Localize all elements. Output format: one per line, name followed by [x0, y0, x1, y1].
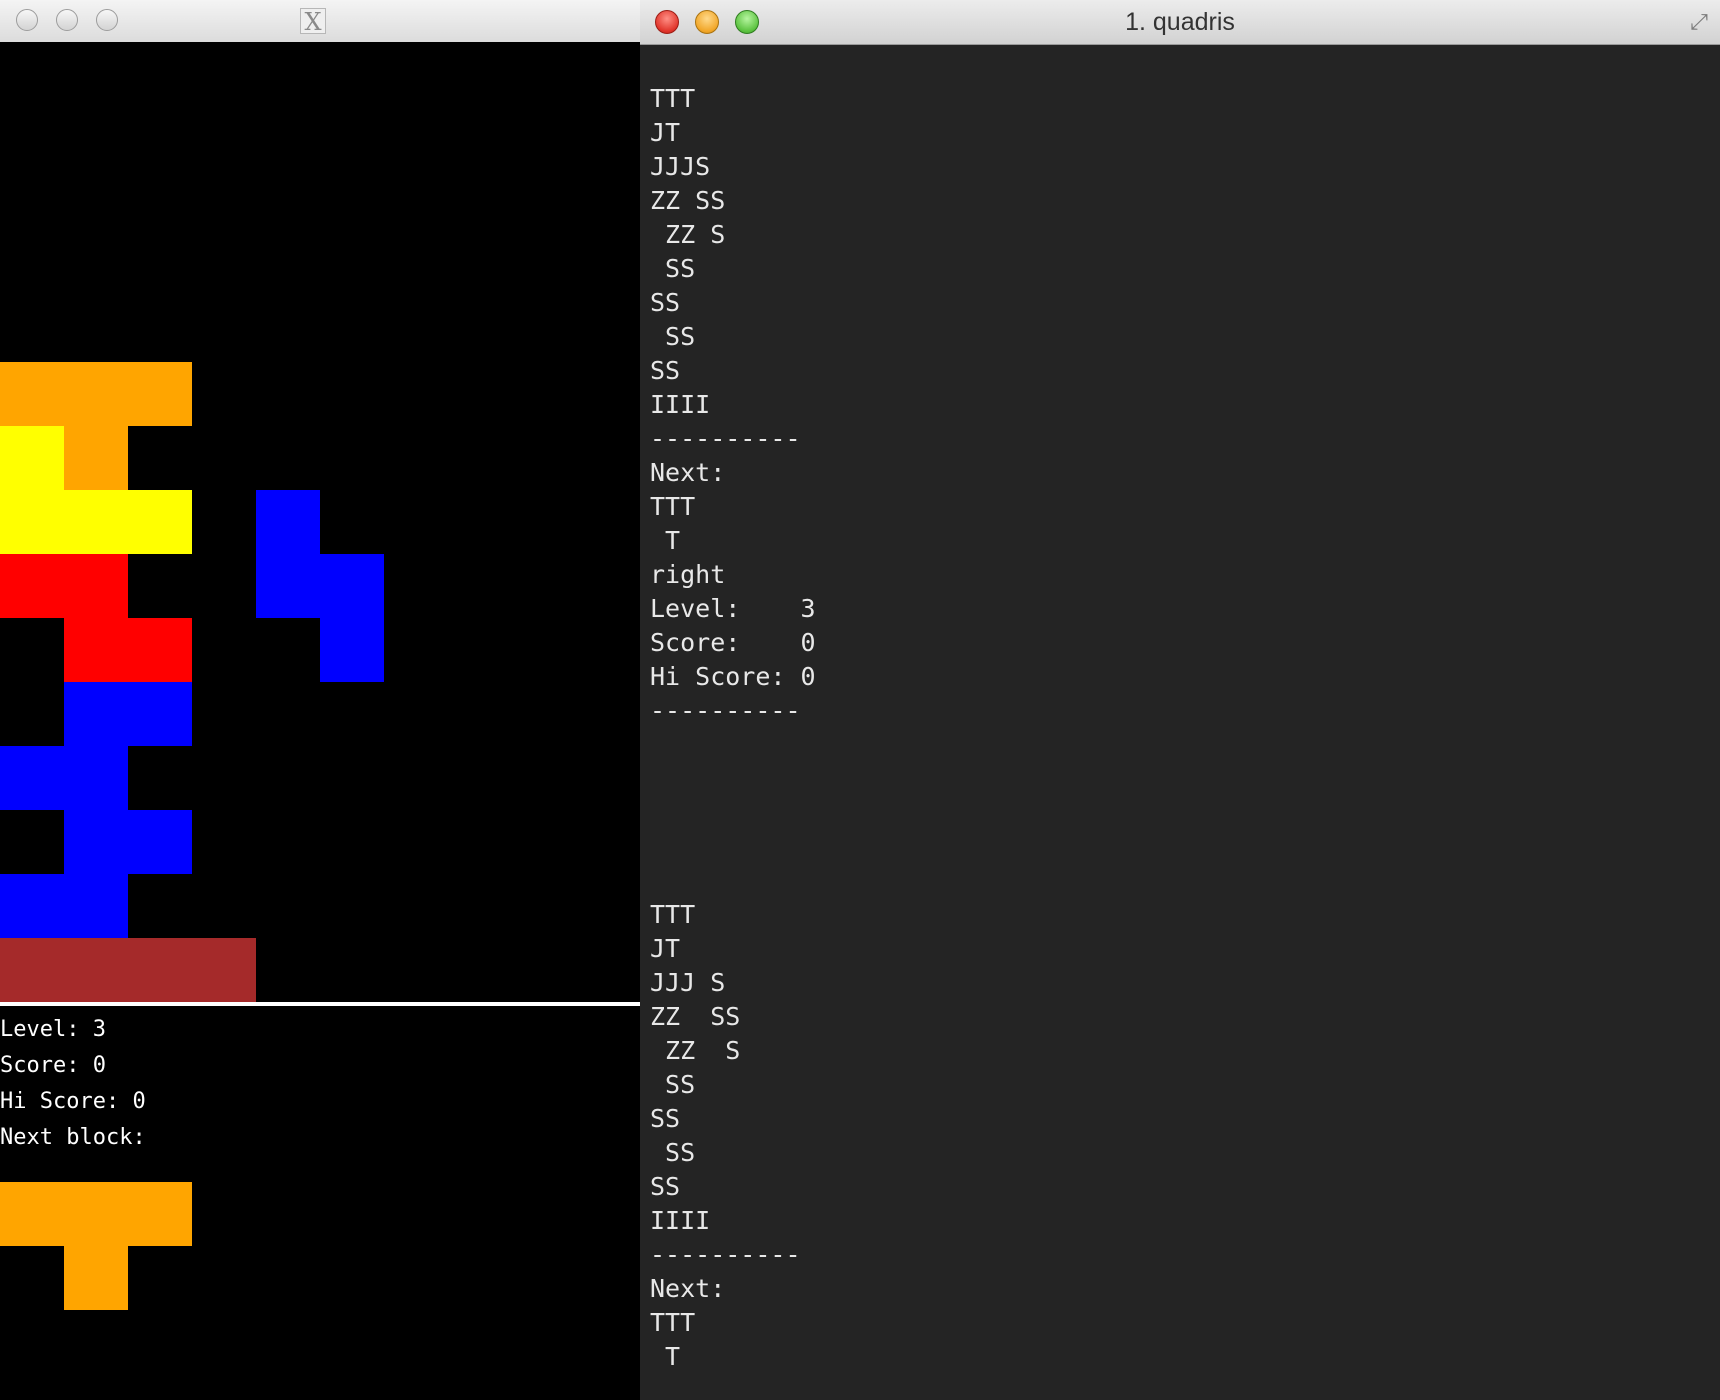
x11-logo-icon: X: [300, 8, 326, 35]
board-cell-I: [0, 938, 64, 1002]
terminal-titlebar[interactable]: 1. quadris ⤢: [640, 0, 1720, 45]
x11-minimize-button[interactable]: [56, 9, 78, 31]
board-cell-S: [64, 746, 128, 810]
board-cell-S: [64, 810, 128, 874]
board-cell-S: [320, 618, 384, 682]
board-cell-J: [0, 490, 64, 554]
next-block-preview: [0, 1182, 640, 1322]
board-cell-Z: [64, 554, 128, 618]
terminal-line: ----------: [650, 1240, 801, 1269]
terminal-line: SS: [650, 1070, 696, 1099]
terminal-line: JT: [650, 934, 681, 963]
terminal-line: TTT: [650, 492, 696, 521]
board-cell-S: [256, 554, 320, 618]
next-cell-T: [128, 1182, 192, 1246]
board-cell-I: [192, 938, 256, 1002]
board-cell-S: [0, 874, 64, 938]
terminal-line: SS: [650, 1138, 696, 1167]
board-cell-Z: [0, 554, 64, 618]
board-cell-S: [64, 874, 128, 938]
terminal-line: Next:: [650, 1274, 726, 1303]
board-cell-S: [64, 682, 128, 746]
board-cell-J: [64, 490, 128, 554]
terminal-line: T: [650, 526, 681, 555]
terminal-line: SS: [650, 356, 681, 385]
minimize-button[interactable]: [695, 10, 719, 34]
terminal-line: ZZ S: [650, 1036, 741, 1065]
terminal-line: SS: [650, 1104, 681, 1133]
terminal-line: ZZ S: [650, 220, 726, 249]
terminal-line: TTT: [650, 1308, 696, 1337]
board-cell-T: [64, 426, 128, 490]
terminal-line: SS: [650, 254, 696, 283]
terminal-line: SS: [650, 1172, 681, 1201]
terminal-line: ZZ SS: [650, 1002, 741, 1031]
board-cell-Z: [64, 618, 128, 682]
x11-level-text: Level: 3: [0, 1017, 106, 1042]
board-cell-J: [128, 490, 192, 554]
terminal-line: IIII: [650, 1206, 711, 1235]
terminal-line: Score: 0: [650, 628, 816, 657]
x11-score-text: Score: 0: [0, 1053, 106, 1078]
x11-hiscore-text: Hi Score: 0: [0, 1089, 146, 1114]
maximize-button[interactable]: [735, 10, 759, 34]
board-cell-S: [128, 682, 192, 746]
terminal-line: JT: [650, 118, 681, 147]
x11-titlebar[interactable]: X: [0, 0, 640, 43]
terminal-line: SS: [650, 288, 681, 317]
board-cell-S: [128, 810, 192, 874]
board-cell-S: [0, 746, 64, 810]
board-cell-J: [0, 426, 64, 490]
terminal-line: TTT: [650, 900, 696, 929]
terminal-line: ----------: [650, 696, 801, 725]
terminal-line: right: [650, 560, 726, 589]
terminal-line: SS: [650, 322, 696, 351]
board-cell-Z: [128, 618, 192, 682]
board-cell-I: [64, 938, 128, 1002]
terminal-line: Level: 3: [650, 594, 816, 623]
terminal-line: Next:: [650, 458, 726, 487]
board-cell-T: [0, 362, 64, 426]
terminal-line: Hi Score: 0: [650, 662, 816, 691]
board-cell-I: [128, 938, 192, 1002]
terminal-line: ZZ SS: [650, 186, 726, 215]
terminal-line: IIII: [650, 390, 711, 419]
x11-window: X Level: 3 Score: 0 Hi Score: 0 Next blo…: [0, 0, 640, 1400]
game-board: [0, 42, 640, 1002]
terminal-line: ----------: [650, 424, 801, 453]
terminal-title: 1. quadris: [1125, 8, 1235, 36]
terminal-line: T: [650, 1342, 681, 1371]
x11-close-button[interactable]: [16, 9, 38, 31]
board-cell-S: [256, 490, 320, 554]
terminal-line: TTT: [650, 84, 696, 113]
fullscreen-icon[interactable]: ⤢: [1686, 10, 1712, 36]
next-cell-T: [64, 1246, 128, 1310]
terminal-line: JJJS: [650, 152, 711, 181]
next-cell-T: [64, 1182, 128, 1246]
close-button[interactable]: [655, 10, 679, 34]
board-divider: [0, 1002, 640, 1006]
terminal-line: JJJ S: [650, 968, 726, 997]
terminal-window: 1. quadris ⤢ TTT JT JJJS ZZ SS ZZ S SS SS SS…: [640, 0, 1720, 1400]
next-cell-T: [0, 1182, 64, 1246]
board-cell-T: [128, 362, 192, 426]
x11-next-label: Next block:: [0, 1125, 146, 1150]
board-cell-T: [64, 362, 128, 426]
board-cell-S: [320, 554, 384, 618]
x11-zoom-button[interactable]: [96, 9, 118, 31]
